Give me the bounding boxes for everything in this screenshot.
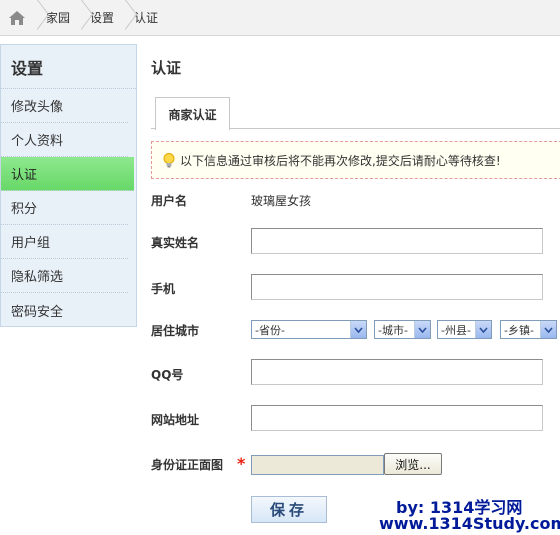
chevron-down-icon <box>540 321 556 338</box>
notice-box: 以下信息通过审核后将不能再次修改,提交后请耐心等待核查! <box>151 141 560 179</box>
save-button[interactable]: 保存 <box>251 496 327 523</box>
realname-input[interactable] <box>251 228 543 254</box>
qq-input[interactable] <box>251 359 543 385</box>
city-selected: -城市- <box>378 323 408 337</box>
breadcrumb-separator <box>122 0 128 36</box>
breadcrumb: 家园 设置 认证 <box>0 0 560 36</box>
chevron-down-icon <box>350 321 366 338</box>
realname-label: 真实姓名 <box>151 236 200 250</box>
username-label: 用户名 <box>151 194 188 208</box>
page-title: 认证 <box>151 59 182 77</box>
sidebar-title: 设置 <box>1 45 136 89</box>
sidebar-item-verification[interactable]: 认证 <box>1 157 134 191</box>
town-select[interactable]: -乡镇- <box>500 320 557 339</box>
chevron-down-icon <box>414 321 430 338</box>
sidebar-item-credits[interactable]: 积分 <box>1 191 128 225</box>
idcard-file-input[interactable] <box>251 455 384 475</box>
website-label: 网站地址 <box>151 413 200 427</box>
notice-text: 以下信息通过审核后将不能再次修改,提交后请耐心等待核查! <box>180 153 501 168</box>
sidebar-item-password[interactable]: 密码安全 <box>1 293 128 327</box>
sidebar-item-avatar[interactable]: 修改头像 <box>1 89 128 123</box>
username-value: 玻璃屋女孩 <box>251 194 312 208</box>
breadcrumb-separator <box>78 0 84 36</box>
tab-merchant-verification[interactable]: 商家认证 <box>155 97 230 130</box>
browse-button[interactable]: 浏览... <box>384 453 442 475</box>
county-select[interactable]: -州县- <box>437 320 492 339</box>
idcard-label: 身份证正面图 <box>151 458 224 472</box>
sidebar: 设置 修改头像 个人资料 认证 积分 用户组 隐私筛选 密码安全 <box>0 44 137 327</box>
watermark-line2: www.1314Study.com <box>379 514 560 533</box>
website-input[interactable] <box>251 405 543 431</box>
city-select[interactable]: -城市- <box>374 320 431 339</box>
sidebar-item-privacy[interactable]: 隐私筛选 <box>1 259 128 293</box>
phone-input[interactable] <box>251 274 543 300</box>
province-selected: -省份- <box>255 323 285 337</box>
province-select[interactable]: -省份- <box>251 320 367 339</box>
county-selected: -州县- <box>441 323 471 337</box>
phone-label: 手机 <box>151 282 176 296</box>
sidebar-item-profile[interactable]: 个人资料 <box>1 123 128 157</box>
breadcrumb-separator <box>34 0 40 36</box>
sidebar-item-usergroup[interactable]: 用户组 <box>1 225 128 259</box>
lightbulb-icon <box>162 152 176 168</box>
town-selected: -乡镇- <box>504 323 534 337</box>
city-label: 居住城市 <box>151 324 200 338</box>
chevron-down-icon <box>475 321 491 338</box>
qq-label: QQ号 <box>151 368 184 382</box>
required-marker: * <box>237 454 246 473</box>
